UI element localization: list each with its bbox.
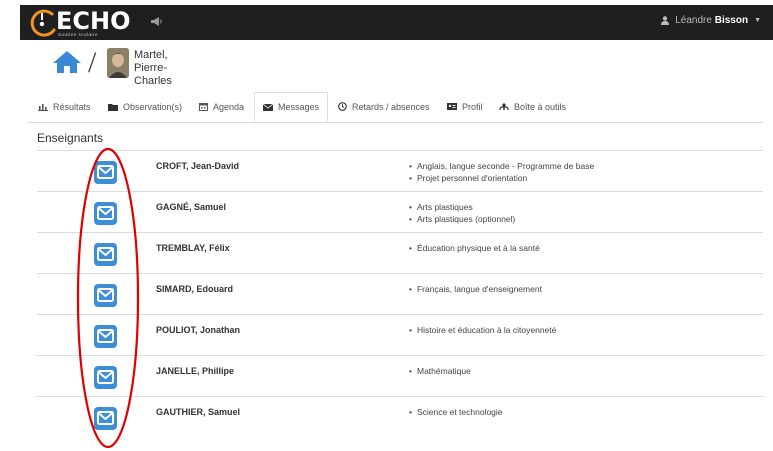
- send-message-button[interactable]: [94, 407, 117, 430]
- tab-label: Boîte à outils: [514, 101, 567, 112]
- teacher-name: SIMARD, Edouard: [156, 284, 234, 294]
- table-row: GAUTHIER, Samuel Science et technologie: [37, 396, 763, 438]
- student-first-name: Pierre-Charles: [134, 62, 172, 87]
- course-item: Arts plastiques: [409, 201, 515, 213]
- student-name: Martel, Pierre-Charles: [134, 49, 172, 88]
- tab-boite-a-outils[interactable]: Boîte à outils: [499, 92, 566, 121]
- send-message-button[interactable]: [94, 366, 117, 389]
- folder-icon: [108, 103, 118, 111]
- course-item: Français, langue d'enseignement: [409, 283, 542, 295]
- envelope-icon: [97, 370, 114, 384]
- table-row: GAGNÉ, Samuel Arts plastiques Arts plast…: [37, 191, 763, 233]
- tab-agenda[interactable]: Agenda: [199, 92, 244, 121]
- student-last-name: Martel,: [134, 49, 168, 61]
- table-row: SIMARD, Edouard Français, langue d'ensei…: [37, 273, 763, 315]
- send-message-button[interactable]: [94, 284, 117, 307]
- course-item: Science et technologie: [409, 406, 503, 418]
- teacher-courses: Histoire et éducation à la citoyenneté: [409, 324, 556, 336]
- top-navbar: ECHO Soutien scolaire Léandre Bisson ▼: [20, 5, 773, 40]
- table-row: CROFT, Jean-David Anglais, langue second…: [37, 150, 763, 192]
- section-title-enseignants: Enseignants: [37, 131, 104, 145]
- tab-retards-absences[interactable]: Retards / absences: [338, 92, 430, 121]
- tab-resultats[interactable]: Résultats: [38, 92, 91, 121]
- clock-icon: [338, 102, 347, 111]
- envelope-icon: [97, 247, 114, 261]
- course-item: Histoire et éducation à la citoyenneté: [409, 324, 556, 336]
- envelope-icon: [263, 103, 273, 111]
- teacher-courses: Arts plastiques Arts plastiques (optionn…: [409, 201, 515, 225]
- bar-chart-icon: [38, 103, 48, 111]
- table-row: POULIOT, Jonathan Histoire et éducation …: [37, 314, 763, 356]
- tab-label: Observation(s): [123, 101, 183, 112]
- tab-bar: Résultats Observation(s) Agenda Messages…: [28, 92, 763, 123]
- table-row: TREMBLAY, Félix Éducation physique et à …: [37, 232, 763, 274]
- tab-label: Retards / absences: [352, 101, 430, 112]
- teacher-name: POULIOT, Jonathan: [156, 325, 241, 335]
- course-item: Arts plastiques (optionnel): [409, 213, 515, 225]
- teacher-name: JANELLE, Phillipe: [156, 366, 235, 376]
- envelope-icon: [97, 165, 114, 179]
- student-avatar: [107, 48, 129, 78]
- course-item: Éducation physique et à la santé: [409, 242, 540, 254]
- course-item: Anglais, langue seconde - Programme de b…: [409, 160, 594, 172]
- tab-label: Messages: [278, 102, 320, 112]
- tab-messages[interactable]: Messages: [254, 92, 329, 122]
- send-message-button[interactable]: [94, 202, 117, 225]
- echo-logo[interactable]: ECHO Soutien scolaire: [28, 8, 148, 38]
- send-message-button[interactable]: [94, 325, 117, 348]
- logo-text: ECHO: [56, 7, 131, 35]
- envelope-icon: [97, 206, 114, 220]
- id-card-icon: [447, 103, 457, 110]
- tab-label: Agenda: [213, 101, 245, 112]
- envelope-icon: [97, 329, 114, 343]
- teacher-courses: Français, langue d'enseignement: [409, 283, 542, 295]
- send-message-button[interactable]: [94, 243, 117, 266]
- teacher-name: GAGNÉ, Samuel: [156, 202, 227, 212]
- megaphone-icon[interactable]: [150, 16, 162, 27]
- tab-label: Profil: [462, 101, 483, 112]
- teacher-courses: Éducation physique et à la santé: [409, 242, 540, 254]
- tab-label: Résultats: [53, 101, 91, 112]
- calendar-icon: [199, 103, 208, 111]
- teacher-courses: Science et technologie: [409, 406, 503, 418]
- user-icon: [661, 16, 670, 25]
- teacher-name: GAUTHIER, Samuel: [156, 407, 241, 417]
- breadcrumb-separator: /: [88, 46, 97, 79]
- teacher-name: TREMBLAY, Félix: [156, 243, 230, 253]
- chevron-down-icon: ▼: [754, 17, 761, 24]
- tab-observations[interactable]: Observation(s): [108, 92, 182, 121]
- user-first-name: Léandre: [675, 15, 712, 26]
- user-last-name: Bisson: [714, 15, 749, 26]
- teacher-name: CROFT, Jean-David: [156, 161, 240, 171]
- table-row: JANELLE, Phillipe Mathématique: [37, 355, 763, 397]
- course-item: Projet personnel d'orientation: [409, 172, 594, 184]
- envelope-icon: [97, 288, 114, 302]
- teacher-courses: Mathématique: [409, 365, 471, 377]
- user-menu[interactable]: Léandre Bisson ▼: [661, 15, 761, 26]
- tab-profil[interactable]: Profil: [447, 92, 483, 121]
- course-item: Mathématique: [409, 365, 471, 377]
- tools-icon: [499, 103, 509, 111]
- send-message-button[interactable]: [94, 161, 117, 184]
- logo-swoosh-icon: [30, 9, 56, 37]
- logo-subtitle: Soutien scolaire: [58, 32, 99, 37]
- home-icon[interactable]: [52, 50, 82, 74]
- user-name: Léandre Bisson: [675, 15, 748, 26]
- teacher-courses: Anglais, langue seconde - Programme de b…: [409, 160, 594, 184]
- envelope-icon: [97, 411, 114, 425]
